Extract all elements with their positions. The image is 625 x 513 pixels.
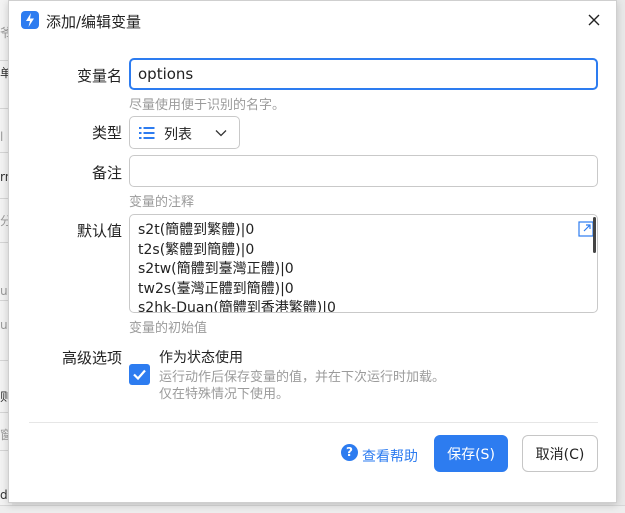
- note-label: 备注: [91, 164, 122, 182]
- state-checkbox-label[interactable]: 作为状态使用: [159, 347, 243, 367]
- default-value-line: t2s(繁體到簡體)|0: [138, 241, 255, 258]
- background-text: 窗: [0, 428, 8, 442]
- state-checkbox-description: 运行动作后保存变量的值，并在下次运行时加载。 仅在特殊情况下使用。: [159, 369, 445, 403]
- default-value-line: s2t(簡體到繁體)|0: [138, 222, 255, 238]
- dialog-title: 添加/编辑变量: [46, 13, 142, 31]
- note-input[interactable]: [129, 155, 598, 187]
- background-text: 分: [0, 214, 8, 228]
- edit-variable-dialog: 添加/编辑变量 变量名 尽量使用便于识别的名字。 类型 列表 备注 变量的注释 …: [8, 0, 617, 503]
- default-value-line: s2hk-Duan(簡體到香港繁體)|0: [138, 300, 336, 313]
- checkmark-icon: [133, 369, 146, 381]
- type-select[interactable]: 列表: [129, 116, 240, 149]
- advanced-options-label: 高级选项: [61, 349, 122, 367]
- list-icon: [139, 127, 155, 139]
- help-link-label: 查看帮助: [362, 449, 418, 465]
- app-logo-icon: [21, 11, 39, 29]
- default-value-textarea[interactable]: s2t(簡體到繁體)|0 t2s(繁體到簡體)|0 s2tw(簡體到臺灣正體)|…: [129, 214, 598, 313]
- state-description-line: 运行动作后保存变量的值，并在下次运行时加载。: [159, 370, 446, 385]
- close-button[interactable]: [584, 10, 604, 30]
- state-checkbox[interactable]: [129, 364, 150, 385]
- expand-icon[interactable]: [578, 221, 594, 237]
- chevron-down-icon: [215, 130, 227, 137]
- name-label: 变量名: [76, 67, 122, 85]
- default-value-lines: s2t(簡體到繁體)|0 t2s(繁體到簡體)|0 s2tw(簡體到臺灣正體)|…: [138, 221, 336, 313]
- name-hint: 尽量使用便于识别的名字。: [129, 98, 286, 113]
- background-text: 则: [0, 390, 8, 404]
- background-text: 爷: [0, 26, 8, 40]
- background-text: d: [0, 488, 8, 502]
- background-text: u: [0, 318, 8, 332]
- background-text: rn: [0, 170, 8, 184]
- background-text: 单: [0, 66, 8, 80]
- default-value-hint: 变量的初始值: [129, 321, 208, 336]
- default-value-label: 默认值: [76, 222, 122, 240]
- save-button[interactable]: 保存(S): [434, 435, 508, 472]
- cancel-button[interactable]: 取消(C): [522, 435, 598, 472]
- type-label: 类型: [91, 124, 122, 142]
- default-value-line: tw2s(臺灣正體到簡體)|0: [138, 280, 294, 297]
- variable-name-input[interactable]: [129, 58, 598, 90]
- note-hint: 变量的注释: [129, 195, 195, 210]
- default-value-line: s2tw(簡體到臺灣正體)|0: [138, 261, 294, 277]
- close-icon: [588, 14, 600, 26]
- help-icon: ?: [341, 444, 358, 461]
- textarea-scrollbar[interactable]: [593, 217, 596, 253]
- background-bottom-bar: [0, 505, 625, 513]
- background-text: u: [0, 284, 8, 298]
- type-select-value: 列表: [164, 127, 192, 143]
- background-text: l: [0, 130, 4, 144]
- footer-divider: [29, 422, 598, 423]
- state-description-line: 仅在特殊情况下使用。: [159, 387, 290, 402]
- dialog-titlebar: 添加/编辑变量: [9, 1, 616, 39]
